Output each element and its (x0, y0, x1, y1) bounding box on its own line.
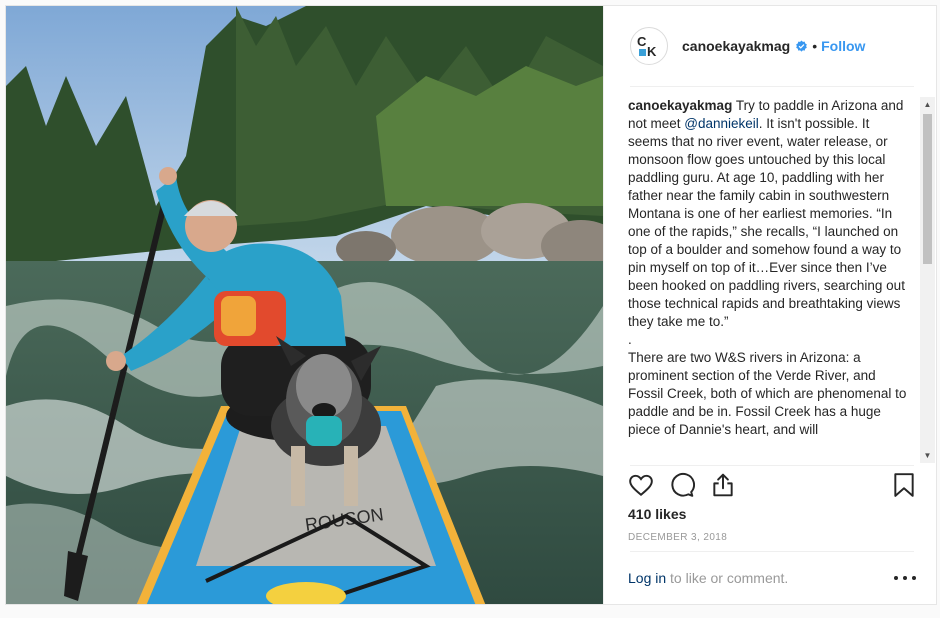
caption-container[interactable]: canoekayakmag Try to paddle in Arizona a… (628, 97, 910, 463)
more-options-icon[interactable] (894, 572, 916, 584)
caption-username[interactable]: canoekayakmag (628, 98, 732, 113)
scroll-up-arrow-icon[interactable]: ▲ (920, 97, 935, 112)
separator-dot: • (812, 38, 818, 54)
action-bar (624, 468, 919, 506)
comment-divider (630, 551, 914, 552)
heart-icon[interactable] (628, 472, 654, 503)
post-caption: canoekayakmag Try to paddle in Arizona a… (628, 97, 910, 439)
header-divider (630, 86, 914, 87)
follow-button[interactable]: Follow (821, 38, 865, 54)
verified-badge-icon (795, 40, 808, 53)
scroll-thumb[interactable] (923, 114, 932, 264)
actions-divider (630, 465, 914, 466)
likes-count[interactable]: 410 likes (628, 506, 686, 522)
post-sidebar: C K canoekayakmag • Follow canoekayakmag… (603, 6, 936, 604)
login-link[interactable]: Log in (628, 570, 666, 586)
caption-text-body: . It isn't possible. It seems that no ri… (628, 116, 907, 437)
login-prompt-text: to like or comment. (666, 570, 789, 586)
login-prompt: Log in to like or comment. (628, 570, 788, 586)
avatar[interactable]: C K (630, 27, 668, 65)
share-icon[interactable] (710, 472, 736, 503)
instagram-post: ROUSON C K canoekayakmag • Follow canoek… (5, 5, 937, 605)
paddleboard-photo: ROUSON (6, 6, 603, 604)
scroll-down-arrow-icon[interactable]: ▼ (920, 448, 935, 463)
canoe-kayak-logo-icon: C K (637, 34, 657, 59)
bookmark-icon[interactable] (892, 472, 916, 503)
post-photo[interactable]: ROUSON (6, 6, 603, 604)
svg-text:C: C (637, 34, 647, 49)
caption-mention-link[interactable]: @danniekeil (684, 116, 759, 131)
caption-scrollbar[interactable]: ▲ ▼ (920, 97, 935, 463)
comment-bubble-icon[interactable] (669, 472, 695, 503)
post-header: C K canoekayakmag • Follow (604, 6, 936, 86)
post-date[interactable]: December 3, 2018 (628, 532, 727, 543)
header-username[interactable]: canoekayakmag (682, 38, 790, 54)
svg-text:K: K (647, 44, 657, 59)
